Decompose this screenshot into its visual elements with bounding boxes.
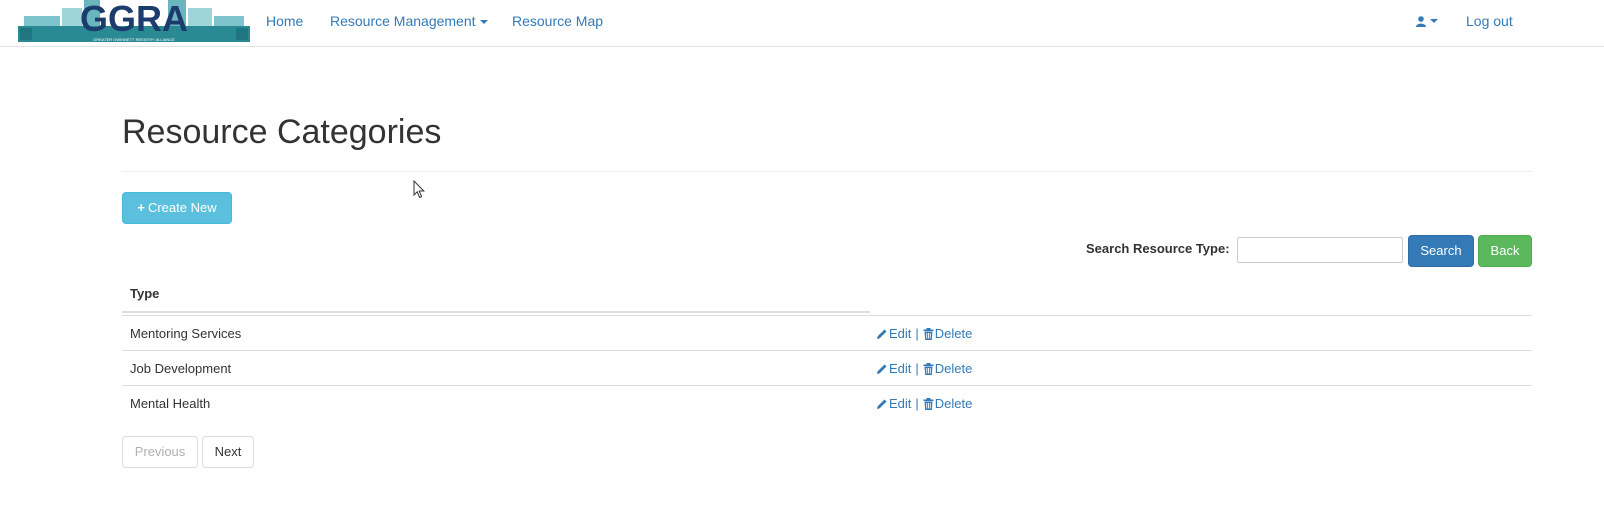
pencil-icon	[877, 329, 887, 339]
user-menu-toggle[interactable]	[1416, 12, 1438, 30]
delete-link[interactable]: Delete	[923, 361, 973, 376]
title-divider	[122, 171, 1532, 172]
back-button[interactable]: Back	[1478, 235, 1532, 267]
search-resource-type-label: Search Resource Type:	[1086, 241, 1230, 256]
edit-label: Edit	[889, 396, 912, 411]
pencil-icon	[877, 399, 887, 409]
edit-link[interactable]: Edit	[876, 361, 911, 376]
nav-resource-management-label: Resource Management	[330, 13, 476, 29]
action-separator: |	[915, 326, 919, 341]
trash-icon	[923, 397, 934, 410]
edit-link[interactable]: Edit	[876, 396, 911, 411]
user-icon	[1416, 15, 1426, 27]
page-title: Resource Categories	[122, 113, 442, 151]
next-page-button[interactable]: Next	[202, 436, 254, 468]
caret-down-icon	[479, 20, 488, 25]
row-type: Mentoring Services	[130, 326, 242, 341]
top-navbar: GGRA GREATER GWINNETT REENTRY ALLIANCE H…	[0, 0, 1604, 47]
row-actions: Edit | Delete	[876, 361, 972, 376]
column-header-type: Type	[130, 286, 160, 301]
pencil-icon	[877, 364, 887, 374]
delete-label: Delete	[934, 396, 973, 411]
table-row: Mentoring Services Edit | Delete	[122, 315, 1532, 350]
logo-subtitle: GREATER GWINNETT REENTRY ALLIANCE	[93, 37, 175, 42]
logout-link[interactable]: Log out	[1466, 12, 1513, 30]
ggra-logo[interactable]: GGRA GREATER GWINNETT REENTRY ALLIANCE	[18, 0, 250, 44]
table-row: Job Development Edit | Delete	[122, 350, 1532, 385]
row-type: Mental Health	[130, 396, 211, 411]
logo-text: GGRA	[80, 0, 188, 39]
edit-label: Edit	[889, 326, 912, 341]
edit-link[interactable]: Edit	[876, 326, 911, 341]
create-new-label: Create New	[147, 200, 217, 215]
header-divider	[122, 311, 870, 313]
previous-page-button: Previous	[122, 436, 198, 468]
trash-icon	[923, 327, 934, 340]
trash-icon	[923, 362, 934, 375]
nav-resource-management[interactable]: Resource Management	[330, 12, 488, 30]
row-type: Job Development	[130, 361, 232, 376]
search-button[interactable]: Search	[1408, 235, 1474, 267]
nav-home[interactable]: Home	[266, 12, 303, 30]
edit-label: Edit	[889, 361, 912, 376]
action-separator: |	[915, 361, 919, 376]
plus-icon: +	[137, 200, 145, 215]
delete-label: Delete	[934, 326, 973, 341]
delete-label: Delete	[934, 361, 973, 376]
mouse-cursor-icon	[413, 180, 425, 199]
action-separator: |	[915, 396, 919, 411]
delete-link[interactable]: Delete	[923, 326, 973, 341]
delete-link[interactable]: Delete	[923, 396, 973, 411]
table-row: Mental Health Edit | Delete	[122, 385, 1532, 420]
caret-down-icon	[1430, 19, 1438, 23]
search-resource-type-input[interactable]	[1237, 237, 1403, 263]
row-actions: Edit | Delete	[876, 396, 972, 411]
row-actions: Edit | Delete	[876, 326, 972, 341]
nav-resource-map[interactable]: Resource Map	[512, 12, 603, 30]
create-new-button[interactable]: + Create New	[122, 192, 232, 224]
